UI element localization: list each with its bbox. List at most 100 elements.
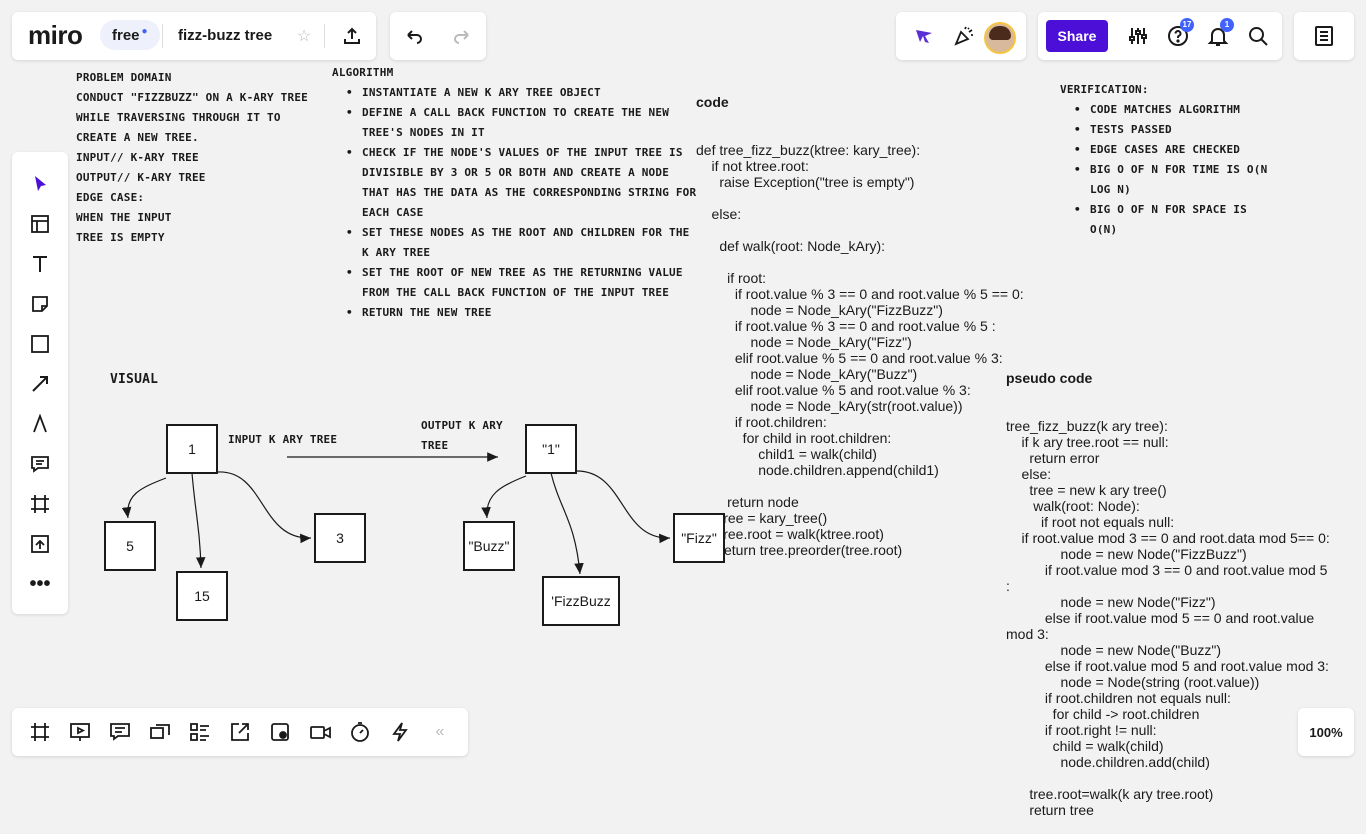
code-body: def tree_fizz_buzz(ktree: kary_tree): if… xyxy=(696,142,1024,558)
verification-list: code matches algorithm tests passed edge… xyxy=(1060,100,1270,240)
avatar-hair xyxy=(989,26,1011,40)
verification-item: big O of n for time is O(n log n) xyxy=(1060,160,1270,200)
output-root-node[interactable]: "1" xyxy=(525,424,577,474)
code-title: code xyxy=(696,94,729,110)
plan-label: free xyxy=(112,26,140,44)
problem-domain-line: Problem Domain xyxy=(76,71,172,84)
code-note[interactable]: code def tree_fizz_buzz(ktree: kary_tree… xyxy=(696,62,1024,574)
output-tree-label[interactable]: output k ary tree xyxy=(421,416,521,456)
algorithm-list: instantiate a new k ary tree object defi… xyxy=(332,83,702,323)
undo-icon[interactable] xyxy=(398,20,430,52)
board-title-bar: miro free ● fizz-buzz tree ☆ xyxy=(12,12,376,60)
problem-domain-line: when the input xyxy=(76,211,172,224)
redo-icon[interactable] xyxy=(446,20,478,52)
problem-domain-line: create a new tree. xyxy=(76,131,199,144)
problem-domain-line: output// k-ary tree xyxy=(76,171,206,184)
text-tool-icon[interactable] xyxy=(24,248,56,280)
notification-badge: 1 xyxy=(1220,18,1234,32)
share-button[interactable]: Share xyxy=(1046,20,1108,52)
video-chat-icon[interactable] xyxy=(144,716,176,748)
output-child-node[interactable]: "Buzz" xyxy=(463,521,515,571)
algorithm-note[interactable]: Algorithm instantiate a new k ary tree o… xyxy=(332,63,702,323)
verification-title: Verification: xyxy=(1060,83,1149,96)
collapse-toolbar-icon[interactable]: « xyxy=(424,716,456,748)
pseudo-code-title: pseudo code xyxy=(1006,370,1093,386)
algorithm-step: define a call back function to create th… xyxy=(332,103,702,143)
output-edge xyxy=(481,475,527,519)
help-badge: 17 xyxy=(1180,18,1194,32)
verification-item: edge cases are checked xyxy=(1060,140,1270,160)
verification-item: code matches algorithm xyxy=(1060,100,1270,120)
verification-item: tests passed xyxy=(1060,120,1270,140)
undo-redo-bar xyxy=(390,12,486,60)
problem-domain-note[interactable]: Problem Domain Conduct "FizzBuzz" on a k… xyxy=(76,68,336,248)
filter-flag-icon[interactable] xyxy=(908,20,940,52)
bottom-toolbar: « xyxy=(12,708,468,756)
output-child-node[interactable]: 'FizzBuzz xyxy=(542,576,620,626)
algorithm-step: return the new tree xyxy=(332,303,702,323)
output-edge xyxy=(550,472,584,575)
input-tree-label[interactable]: input k ary tree xyxy=(228,430,337,450)
algorithm-step: instantiate a new k ary tree object xyxy=(332,83,702,103)
algorithm-step: set the root of new tree as the returnin… xyxy=(332,263,702,303)
celebrate-icon[interactable] xyxy=(948,20,980,52)
board-list-icon[interactable] xyxy=(1308,20,1340,52)
shape-tool-icon[interactable] xyxy=(24,328,56,360)
algorithm-title: Algorithm xyxy=(332,66,394,79)
input-root-node[interactable]: 1 xyxy=(166,424,218,474)
frames-panel-icon[interactable] xyxy=(24,716,56,748)
problem-domain-line: tree is empty xyxy=(76,231,165,244)
main-actions-bar: Share 17 1 xyxy=(1038,12,1282,60)
board-title[interactable]: fizz-buzz tree xyxy=(178,27,272,44)
problem-domain-line: input// k-ary tree xyxy=(76,151,199,164)
video-call-icon[interactable] xyxy=(304,716,336,748)
export-divider xyxy=(324,24,325,48)
output-child-node[interactable]: "Fizz" xyxy=(673,513,725,563)
settings-sliders-icon[interactable] xyxy=(1122,20,1154,52)
input-child-node[interactable]: 15 xyxy=(176,571,228,621)
input-edge xyxy=(217,471,312,544)
input-edge xyxy=(121,477,167,519)
input-child-node[interactable]: 3 xyxy=(314,513,366,563)
collaboration-bar xyxy=(896,12,1026,60)
star-icon[interactable]: ☆ xyxy=(288,20,320,52)
output-edge xyxy=(575,470,671,544)
sticky-note-icon[interactable] xyxy=(24,288,56,320)
miro-logo[interactable]: miro xyxy=(28,20,83,51)
input-edge xyxy=(191,472,206,569)
algorithm-step: check if the node's values of the input … xyxy=(332,143,702,223)
cards-icon[interactable] xyxy=(184,716,216,748)
share-screen-icon[interactable] xyxy=(224,716,256,748)
plan-dot: ● xyxy=(141,25,148,37)
problem-domain-line: while traversing through it to xyxy=(76,111,281,124)
comments-panel-icon[interactable] xyxy=(104,716,136,748)
upload-icon[interactable] xyxy=(336,20,368,52)
board-list-bar xyxy=(1294,12,1354,60)
algorithm-step: set these nodes as the root and children… xyxy=(332,223,702,263)
visual-title[interactable]: Visual xyxy=(110,370,158,390)
verification-note[interactable]: Verification: code matches algorithm tes… xyxy=(1060,80,1270,240)
comment-icon[interactable] xyxy=(24,448,56,480)
select-cursor-icon[interactable] xyxy=(24,168,56,200)
pseudo-code-note[interactable]: pseudo code tree_fizz_buzz(k ary tree): … xyxy=(1006,338,1330,834)
upload-tool-icon[interactable] xyxy=(24,528,56,560)
title-divider xyxy=(162,24,163,48)
connection-line-icon[interactable] xyxy=(24,368,56,400)
pen-tool-icon[interactable] xyxy=(24,408,56,440)
lightning-icon[interactable] xyxy=(384,716,416,748)
frame-icon[interactable] xyxy=(24,488,56,520)
verification-item: big O of n for space is O(n) xyxy=(1060,200,1270,240)
search-icon[interactable] xyxy=(1242,20,1274,52)
timer-icon[interactable] xyxy=(344,716,376,748)
user-avatar[interactable] xyxy=(984,22,1016,54)
pseudo-code-body: tree_fizz_buzz(k ary tree): if k ary tre… xyxy=(1006,418,1330,818)
input-child-node[interactable]: 5 xyxy=(104,521,156,571)
more-tools-icon[interactable]: ••• xyxy=(24,568,56,600)
activity-icon[interactable] xyxy=(264,716,296,748)
problem-domain-line: Conduct "FizzBuzz" on a k-ary tree xyxy=(76,91,308,104)
plan-badge[interactable]: free ● xyxy=(100,20,160,50)
left-toolbar: ••• xyxy=(12,152,68,614)
templates-icon[interactable] xyxy=(24,208,56,240)
presentation-icon[interactable] xyxy=(64,716,96,748)
problem-domain-line: Edge Case: xyxy=(76,191,145,204)
